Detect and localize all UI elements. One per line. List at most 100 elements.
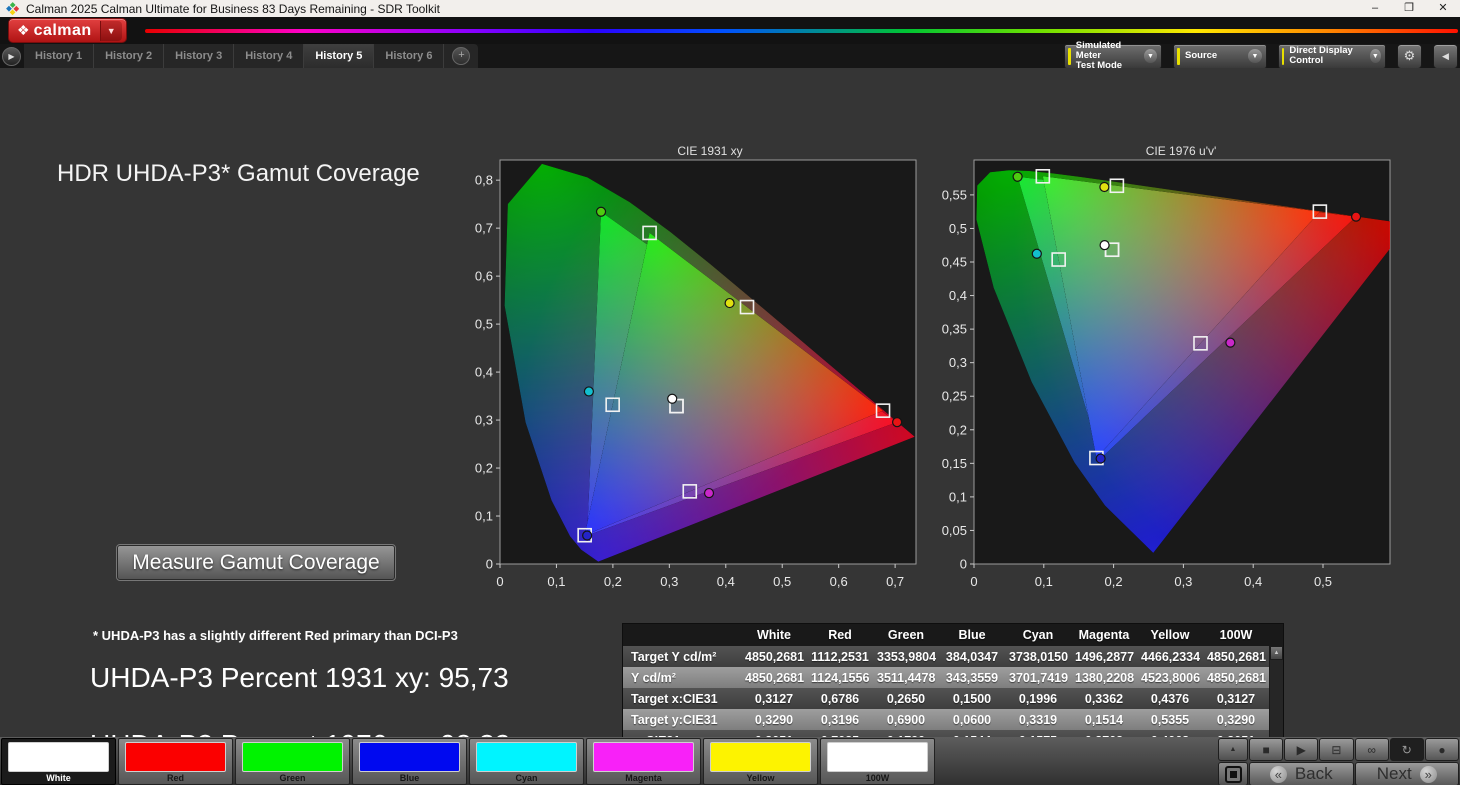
add-tab-button[interactable]: + [452, 47, 470, 65]
next-button[interactable]: Next » [1355, 762, 1460, 785]
swatch-label: Green [236, 773, 349, 784]
pattern-swatch-100w[interactable]: 100W [820, 738, 935, 785]
measured-point-green [597, 207, 606, 216]
table-cell: 0,3127 [1203, 688, 1269, 709]
y-tick-label: 0 [486, 557, 493, 572]
loop-button[interactable]: ↻ [1390, 738, 1424, 761]
y-tick-label: 0,55 [942, 187, 967, 202]
y-tick-label: 0,35 [942, 322, 967, 337]
history-tab-3[interactable]: History 3 [164, 44, 234, 68]
history-tab-5[interactable]: History 5 [304, 44, 374, 68]
source-dropdown[interactable]: Source ▼ [1173, 44, 1267, 69]
column-header-magenta: Magenta [1071, 624, 1137, 646]
settings-button[interactable]: ⚙ [1397, 44, 1422, 69]
table-cell: 0,3319 [1005, 709, 1071, 730]
table-cell: 3353,9804 [873, 646, 939, 667]
stop-button[interactable]: ■ [1249, 738, 1283, 761]
swatch-label: White [2, 773, 115, 784]
measure-gamut-coverage-button[interactable]: Measure Gamut Coverage [117, 545, 395, 580]
display-control-dropdown[interactable]: Direct Display Control ▼ [1278, 44, 1386, 69]
swatch-label: Blue [353, 773, 466, 784]
history-tab-4[interactable]: History 4 [234, 44, 304, 68]
pattern-swatch-cyan[interactable]: Cyan [469, 738, 584, 785]
pattern-window-button[interactable] [1218, 762, 1248, 785]
x-tick-label: 0,6 [830, 574, 848, 589]
gear-icon: ⚙ [1404, 48, 1416, 64]
minimize-icon[interactable]: – [1358, 0, 1392, 17]
chevron-left-icon: ◀ [1442, 51, 1449, 62]
pattern-swatch-yellow[interactable]: Yellow [703, 738, 818, 785]
table-row: Target x:CIE310,31270,67860,26500,15000,… [623, 688, 1269, 709]
app-icon [6, 2, 19, 15]
table-cell: 0,1514 [1071, 709, 1137, 730]
table-cell: 0,6786 [807, 688, 873, 709]
history-tab-2[interactable]: History 2 [94, 44, 164, 68]
x-tick-label: 0,1 [1035, 574, 1053, 589]
pattern-swatches: WhiteRedGreen BlueCyanMagentaYellow 100W [0, 737, 935, 785]
pattern-swatch-green[interactable]: Green [235, 738, 350, 785]
x-tick-label: 0,1 [547, 574, 565, 589]
column-header-cyan: Cyan [1005, 624, 1071, 646]
table-cell: 3701,7419 [1005, 667, 1071, 688]
y-tick-label: 0,4 [949, 288, 967, 303]
main-content: HDR UHDA-P3* Gamut Coverage CIE 1931 xy … [0, 68, 1460, 737]
swatch-label: 100W [821, 773, 934, 784]
display-control-status-stripe [1282, 48, 1284, 65]
x-tick-label: 0,5 [1314, 574, 1332, 589]
meter-dropdown-line1: Simulated Meter [1076, 40, 1121, 61]
back-button[interactable]: « Back [1249, 762, 1354, 785]
table-cell: 4523,8006 [1137, 667, 1203, 688]
y-tick-label: 0,2 [475, 461, 493, 476]
tab-menu-button[interactable]: ▶ [2, 47, 21, 66]
row-label: Y cd/m² [623, 667, 741, 688]
pattern-swatch-red[interactable]: Red [118, 738, 233, 785]
collapse-panel-button[interactable]: ◀ [1433, 44, 1458, 69]
x-tick-label: 0,4 [717, 574, 735, 589]
y-tick-label: 0,45 [942, 255, 967, 270]
column-header-white: White [741, 624, 807, 646]
chevron-down-icon: ▼ [1370, 49, 1381, 63]
table-cell: 0,2650 [873, 688, 939, 709]
pattern-swatch-white[interactable]: White [1, 738, 116, 785]
x-tick-label: 0 [496, 574, 503, 589]
panel-expand-button[interactable]: ▲ [1218, 738, 1248, 761]
pattern-swatch-blue[interactable]: Blue [352, 738, 467, 785]
window-titlebar: Calman 2025 Calman Ultimate for Business… [0, 0, 1460, 17]
calman-logo-icon: ❖ [17, 22, 30, 39]
pattern-swatch-magenta[interactable]: Magenta [586, 738, 701, 785]
continuous-button[interactable]: ∞ [1355, 738, 1389, 761]
color-chip [8, 742, 109, 772]
page-title: HDR UHDA-P3* Gamut Coverage [57, 160, 420, 188]
calman-menu-button[interactable]: ❖ calman ▼ [8, 18, 127, 43]
history-tabs: History 1History 2History 3History 4Hist… [24, 44, 478, 68]
x-tick-label: 0,7 [886, 574, 904, 589]
table-cell: 0,3196 [807, 709, 873, 730]
table-cell: 0,3290 [741, 709, 807, 730]
play-button[interactable]: ▶ [1284, 738, 1318, 761]
color-chip [827, 742, 928, 772]
back-button-label: Back [1295, 764, 1333, 784]
percent-1931-value: UHDA-P3 Percent 1931 xy: 95,73 [90, 662, 509, 694]
measured-point-blue [1096, 454, 1105, 463]
color-chip [593, 742, 694, 772]
transport-controls: ■▶⊟∞↻● [1249, 738, 1459, 761]
scroll-up-icon[interactable]: ▲ [1270, 646, 1283, 660]
color-chip [242, 742, 343, 772]
record-button[interactable]: ● [1425, 738, 1459, 761]
history-tab-6[interactable]: History 6 [374, 44, 444, 68]
measured-point-yellow [725, 299, 734, 308]
column-header-red: Red [807, 624, 873, 646]
y-tick-label: 0,05 [942, 523, 967, 538]
close-icon[interactable]: ✕ [1426, 0, 1460, 17]
pattern-controls: ▲ ■▶⊟∞↻● « Back Next » [1218, 737, 1460, 785]
measured-point-blue [583, 531, 592, 540]
meter-dropdown[interactable]: Simulated Meter Test Mode ▼ [1064, 44, 1162, 69]
rainbow-accent-bar [145, 29, 1458, 33]
measured-point-red [893, 418, 902, 427]
restore-icon[interactable]: ❐ [1392, 0, 1426, 17]
y-tick-label: 0,8 [475, 173, 493, 188]
history-tab-1[interactable]: History 1 [24, 44, 94, 68]
pattern-window-button[interactable]: ⊟ [1319, 738, 1353, 761]
x-tick-label: 0,3 [1174, 574, 1192, 589]
swatch-label: Yellow [704, 773, 817, 784]
